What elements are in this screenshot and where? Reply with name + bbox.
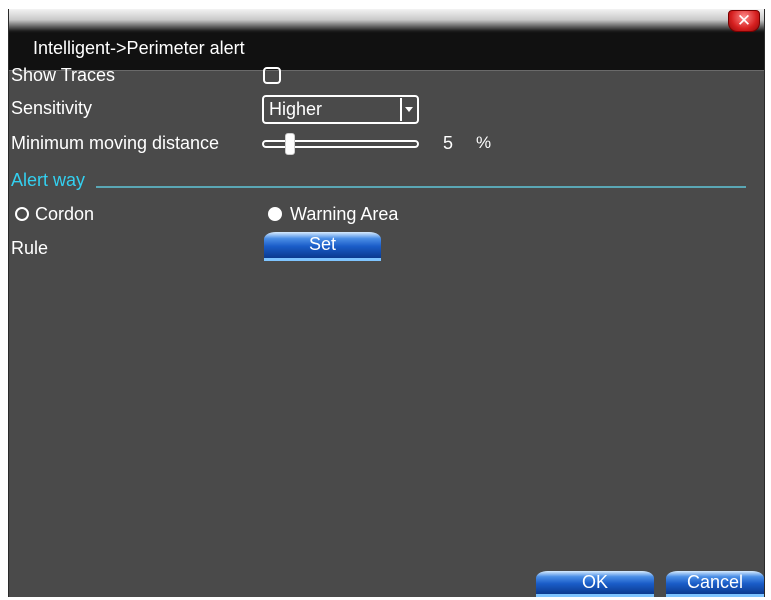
sensitivity-select[interactable]: Higher: [262, 95, 419, 124]
show-traces-checkbox[interactable]: [263, 67, 281, 84]
chevron-down-icon[interactable]: [400, 98, 416, 121]
cancel-button[interactable]: Cancel: [666, 571, 764, 597]
percent-unit: %: [476, 133, 492, 152]
sensitivity-label: Sensitivity: [11, 98, 93, 118]
warning-area-label: Warning Area: [290, 204, 399, 224]
page-title: Intelligent->Perimeter alert: [33, 38, 245, 58]
cordon-radio[interactable]: [15, 207, 29, 221]
set-button[interactable]: Set: [264, 232, 381, 261]
alert-way-heading: Alert way: [11, 170, 86, 190]
perimeter-alert-dialog: ✕ Intelligent->Perimeter alert Show Trac…: [8, 9, 765, 597]
section-divider: [96, 186, 746, 188]
close-button[interactable]: ✕: [728, 10, 760, 32]
show-traces-label: Show Traces: [11, 65, 116, 85]
min-distance-label: Minimum moving distance: [11, 133, 220, 153]
ok-button[interactable]: OK: [536, 571, 654, 597]
min-distance-value: 5: [443, 133, 454, 153]
window-top-bar: ✕: [9, 9, 764, 33]
warning-area-radio[interactable]: [268, 207, 282, 221]
cordon-label: Cordon: [35, 204, 95, 224]
slider-handle[interactable]: [285, 133, 295, 155]
sensitivity-value: Higher: [269, 99, 323, 119]
title-bar: Intelligent->Perimeter alert: [9, 33, 764, 71]
rule-label: Rule: [11, 238, 49, 258]
